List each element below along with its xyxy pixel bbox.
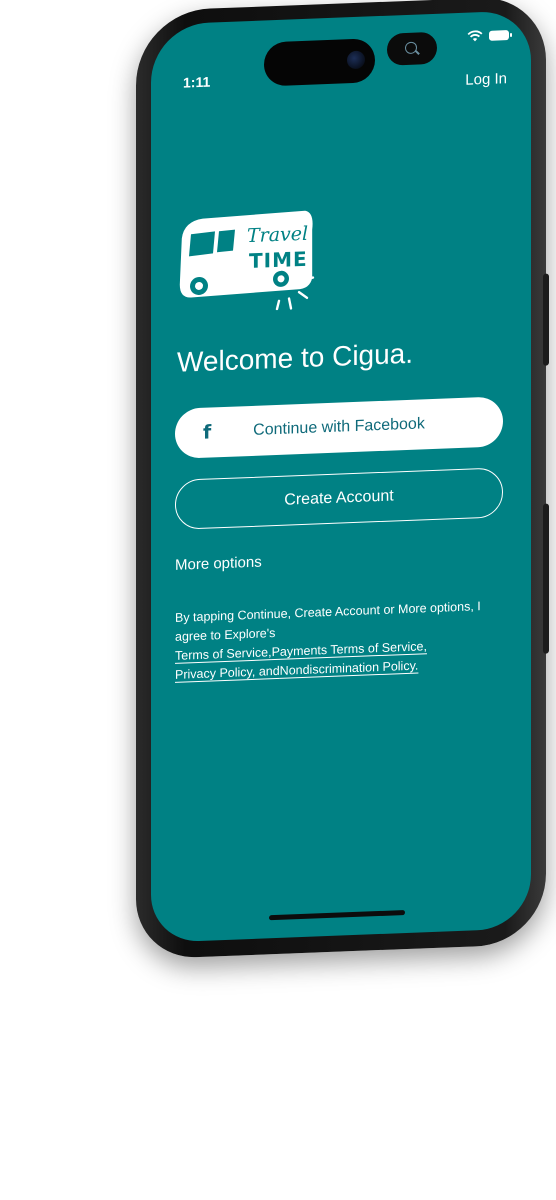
volume-button <box>543 503 549 654</box>
more-options-link[interactable]: More options <box>175 554 262 574</box>
home-indicator[interactable] <box>269 910 405 921</box>
dynamic-island <box>264 38 375 87</box>
camera-icon <box>347 50 365 70</box>
terms-of-service-link[interactable]: Terms of Service, <box>175 645 272 663</box>
sensor-pill <box>387 31 437 66</box>
continue-with-facebook-button[interactable]: f Continue with Facebook <box>175 396 503 459</box>
legal-intro-text: By tapping Continue, Create Account or M… <box>175 599 481 644</box>
facebook-button-label: Continue with Facebook <box>253 415 425 439</box>
facebook-icon: f <box>203 421 212 444</box>
phone-device: 1:11 Log In Travel TIME Welcome to Cigua… <box>120 0 550 965</box>
logo-text-travel: Travel <box>247 223 308 247</box>
status-time: 1:11 <box>183 73 211 91</box>
status-icons <box>467 29 509 43</box>
battery-icon <box>489 30 509 41</box>
wifi-icon <box>467 30 483 42</box>
legal-disclaimer: By tapping Continue, Create Account or M… <box>175 596 515 685</box>
welcome-title: Welcome to Cigua. <box>177 337 414 378</box>
app-screen: 1:11 Log In Travel TIME Welcome to Cigua… <box>151 10 531 943</box>
create-account-button[interactable]: Create Account <box>175 467 503 530</box>
nondiscrimination-policy-link[interactable]: Nondiscrimination Policy. <box>280 659 419 678</box>
logo-text-time: TIME <box>249 247 308 273</box>
privacy-policy-link[interactable]: Privacy Policy, and <box>175 664 280 682</box>
login-link[interactable]: Log In <box>465 70 507 89</box>
create-account-label: Create Account <box>284 487 394 509</box>
power-button <box>543 273 549 366</box>
search-icon <box>405 41 417 55</box>
payments-terms-link[interactable]: Payments Terms of Service, <box>272 639 427 659</box>
travel-time-logo: Travel TIME <box>179 210 315 311</box>
